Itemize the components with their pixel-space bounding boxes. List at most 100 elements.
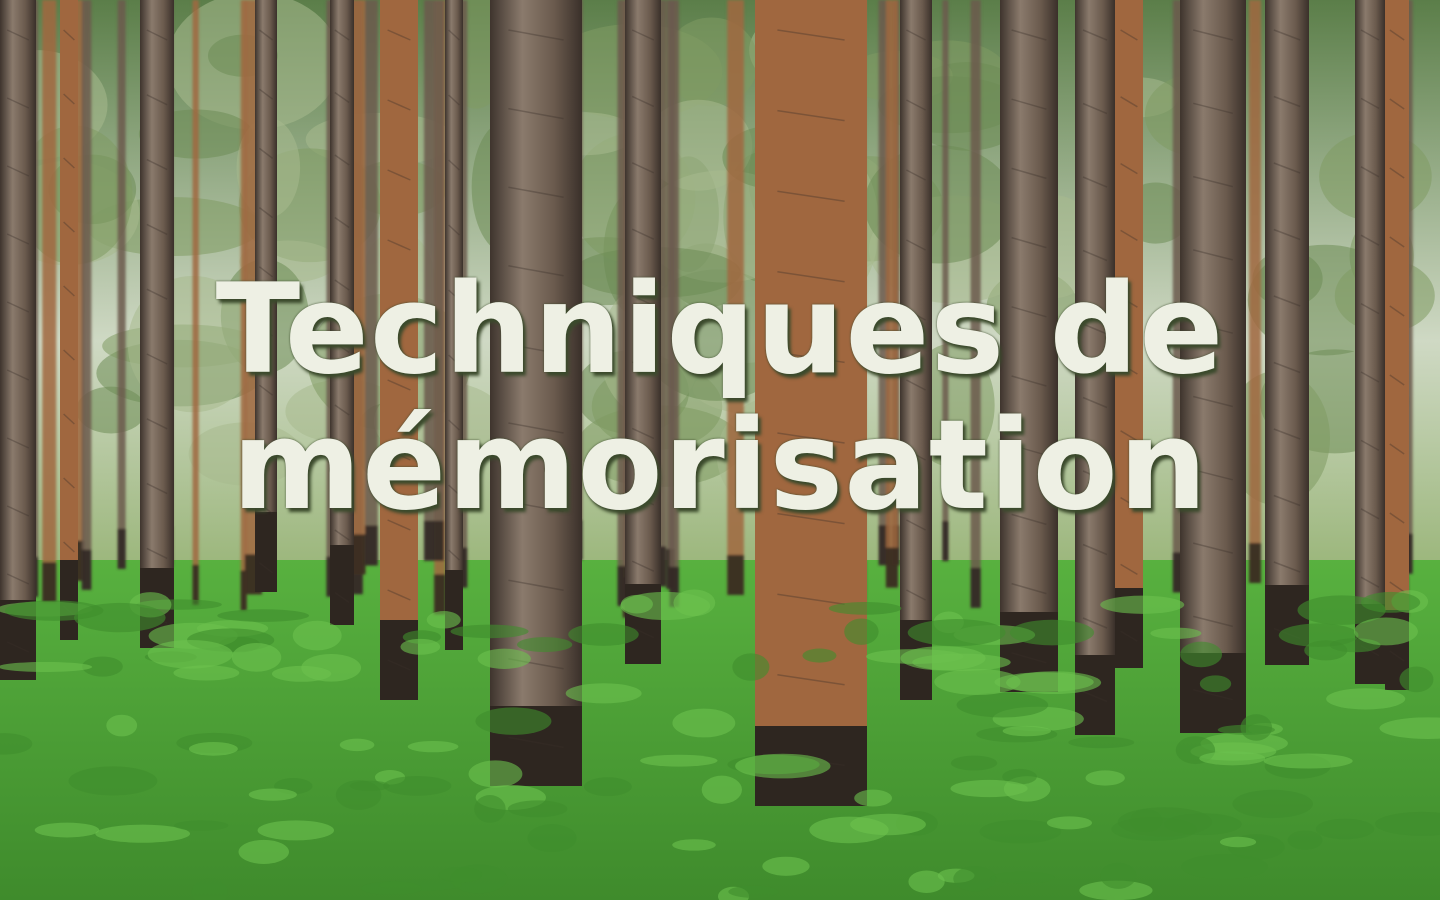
trunk-bark (1115, 0, 1143, 668)
grass-tuft (950, 755, 998, 771)
grass-tuft (238, 839, 289, 864)
grass-tuft (912, 653, 1011, 671)
pine-trunk (60, 0, 78, 640)
grass-tuft (1100, 595, 1185, 614)
grass-tuft (732, 653, 770, 681)
grass-tuft (477, 648, 531, 669)
trunk-bark (445, 0, 463, 650)
grass-tuft (248, 788, 297, 801)
pine-trunk (330, 0, 354, 625)
grass-tuft (1326, 688, 1406, 710)
pine-trunk (1115, 0, 1143, 668)
grass-tuft (907, 619, 1006, 647)
grass-tuft (147, 639, 233, 669)
grass-tuft (271, 665, 332, 682)
grass-tuft (956, 692, 1049, 718)
grass-tuft (231, 642, 282, 672)
grass-tuft (583, 777, 632, 797)
grass-tuft (844, 618, 879, 645)
pine-trunk (755, 0, 867, 806)
trunk-base (445, 570, 463, 650)
grass-tuft (450, 864, 508, 894)
grass-tuft (728, 885, 779, 898)
trunk-base (727, 554, 744, 595)
grass-tuft (383, 775, 452, 796)
grass-tuft (1263, 753, 1353, 769)
grass-tuft (527, 824, 577, 853)
pine-trunk (1385, 0, 1409, 690)
grass-tuft (1068, 736, 1135, 749)
pine-trunk (727, 0, 744, 595)
grass-tuft (507, 800, 568, 818)
grass-tuft (1315, 818, 1375, 840)
grass-tuft (1232, 789, 1313, 819)
forest-background-image (0, 0, 1440, 900)
grass-tuft (1129, 809, 1163, 833)
trunk-base (365, 525, 378, 566)
grass-tuft (762, 856, 810, 876)
grass-tuft (0, 661, 93, 672)
pine-trunk (81, 0, 92, 590)
grass-tuft (1002, 725, 1051, 737)
grass-tuft (672, 839, 716, 851)
grass-tuft (1100, 862, 1137, 889)
grass-tuft (672, 708, 736, 738)
grass-tuft (1181, 853, 1268, 880)
trunk-bark (0, 0, 36, 680)
trunk-base (1249, 543, 1261, 584)
pine-trunk (1000, 0, 1058, 692)
grass-tuft (673, 589, 716, 617)
grass-tuft (908, 870, 945, 894)
grass-tuft (257, 820, 335, 841)
grass-tuft (68, 766, 158, 796)
trunk-base (885, 547, 898, 588)
grass-tuft (565, 683, 642, 704)
grass-tuft (802, 648, 837, 663)
trunk-base (330, 545, 354, 625)
grass-tuft (474, 795, 506, 823)
grass-tuft (701, 775, 742, 804)
pine-trunk (1180, 0, 1246, 733)
trunk-base (942, 521, 949, 562)
grass-tuft (990, 871, 1055, 884)
grass-tuft (735, 753, 831, 779)
grass-tuft (854, 789, 893, 807)
pine-trunk (900, 0, 932, 700)
grass-tuft (450, 624, 529, 639)
grass-tuft (400, 638, 441, 655)
grass-tuft (1219, 836, 1257, 848)
grass-tuft (1085, 770, 1125, 786)
pine-trunk (0, 0, 36, 680)
trunk-base (970, 567, 981, 608)
grass-tuft (339, 738, 375, 752)
pine-trunk (1249, 0, 1261, 584)
trunk-bark (755, 0, 867, 806)
pine-trunk (424, 0, 445, 561)
grass-tuft (850, 813, 926, 836)
grass-tuft (361, 881, 422, 895)
grass-tuft (407, 740, 459, 753)
grass-tuft (1180, 641, 1223, 668)
trunk-bark (255, 0, 277, 592)
pine-trunk (970, 0, 981, 608)
grass-tuft (1009, 619, 1095, 646)
grass-tuft (188, 741, 238, 756)
trunk-base (42, 562, 57, 603)
pine-trunk (625, 0, 661, 664)
grass-tuft (292, 620, 342, 651)
grass-tuft (34, 822, 100, 838)
trunk-base (81, 549, 92, 590)
grass-tuft (468, 760, 523, 788)
pine-trunk (1355, 0, 1385, 684)
grass-tuft (1399, 666, 1434, 693)
grass-tuft (1150, 627, 1202, 639)
grass-tuft (475, 707, 552, 735)
trunk-base (424, 520, 445, 561)
grass-tuft (953, 866, 997, 892)
grass-tuft (1287, 830, 1323, 850)
grass-tuft (620, 594, 653, 614)
pine-trunk (42, 0, 57, 603)
grass-tuft (335, 780, 382, 810)
trunk-base (117, 528, 126, 569)
grass-tuft (426, 611, 461, 629)
